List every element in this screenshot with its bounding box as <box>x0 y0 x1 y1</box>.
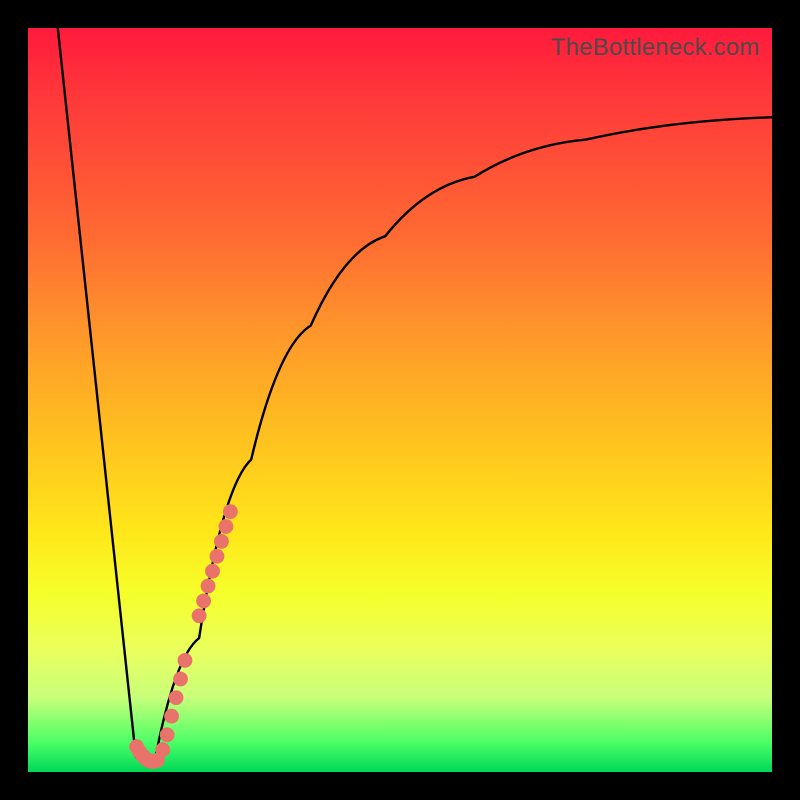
bottleneck-curve <box>58 28 772 763</box>
data-point <box>178 653 193 668</box>
data-point <box>196 593 211 608</box>
data-point <box>164 709 179 724</box>
data-point <box>210 549 225 564</box>
data-point <box>205 564 220 579</box>
plot-area: TheBottleneck.com <box>28 28 772 772</box>
data-point <box>160 727 175 742</box>
data-point <box>223 504 238 519</box>
curve-layer <box>28 28 772 772</box>
data-point <box>201 579 216 594</box>
data-point <box>173 672 188 687</box>
data-point <box>192 608 207 623</box>
data-point <box>155 742 170 757</box>
data-point <box>214 534 229 549</box>
data-point <box>219 519 234 534</box>
data-point <box>169 690 184 705</box>
chart-frame: TheBottleneck.com <box>0 0 800 800</box>
